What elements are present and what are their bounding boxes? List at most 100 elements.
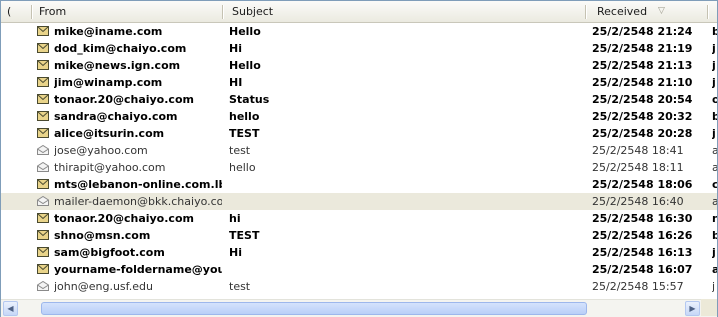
message-subject — [229, 176, 581, 193]
message-from: mike@news.ign.com — [54, 59, 181, 72]
message-truncated-column: a — [712, 195, 717, 208]
message-from: thirapit@yahoo.com — [54, 161, 166, 174]
table-row[interactable]: alice@itsurin.com TEST 25/2/2548 20:28 j — [1, 125, 717, 142]
message-subject: TEST — [229, 127, 260, 140]
message-truncated-column: j — [712, 76, 716, 89]
envelope-closed-icon — [37, 94, 49, 104]
envelope-closed-icon — [37, 43, 49, 53]
table-row[interactable]: tonaor.20@chaiyo.com Status 25/2/2548 20:5… — [1, 91, 717, 108]
message-truncated-column: j — [712, 246, 716, 259]
message-from: jose@yahoo.com — [54, 144, 148, 157]
envelope-closed-icon — [37, 179, 49, 189]
message-received: 25/2/2548 21:24 — [592, 25, 693, 38]
message-received: 25/2/2548 16:13 — [592, 246, 693, 259]
message-subject: Status — [229, 93, 270, 106]
message-received: 25/2/2548 20:28 — [592, 127, 693, 140]
table-row[interactable]: mailer-daemon@bkk.chaiyo.com 25/2/2548 16… — [1, 193, 717, 210]
message-truncated-column: a — [712, 161, 717, 174]
message-received: 25/2/2548 20:32 — [592, 110, 693, 123]
column-divider[interactable] — [222, 5, 223, 19]
table-row[interactable]: thirapit@yahoo.com hello 25/2/2548 18:11 a — [1, 159, 717, 176]
message-from: shno@msn.com — [54, 229, 151, 242]
scroll-right-arrow-icon[interactable]: ▶ — [685, 301, 700, 316]
table-row[interactable]: mike@iname.com Hello 25/2/2548 21:24 b — [1, 23, 717, 40]
message-received: 25/2/2548 18:06 — [592, 178, 693, 191]
message-subject: hello — [229, 110, 260, 123]
message-subject: test — [229, 144, 251, 157]
table-row[interactable]: sam@bigfoot.com Hi 25/2/2548 16:13 j — [1, 244, 717, 261]
table-row[interactable]: dod_kim@chaiyo.com Hi 25/2/2548 21:19 j — [1, 40, 717, 57]
horizontal-scrollbar[interactable]: ◀ ▶ — [1, 299, 717, 317]
table-row[interactable]: jose@yahoo.com test 25/2/2548 18:41 a — [1, 142, 717, 159]
message-subject: hello — [229, 161, 256, 174]
column-header-icon[interactable]: ( — [7, 1, 11, 22]
message-rows: mike@iname.com Hello 25/2/2548 21:24 b dod_k… — [1, 23, 717, 297]
envelope-open-icon — [37, 145, 49, 155]
envelope-closed-icon — [37, 230, 49, 240]
column-header-received[interactable]: Received — [597, 1, 647, 22]
table-row[interactable]: jim@winamp.com HI 25/2/2548 21:10 j — [1, 74, 717, 91]
envelope-open-icon — [37, 162, 49, 172]
message-truncated-column: j — [712, 280, 716, 293]
column-divider[interactable] — [585, 5, 586, 19]
message-received: 25/2/2548 18:11 — [592, 161, 684, 174]
table-row[interactable]: sandra@chaiyo.com hello 25/2/2548 20:32 b — [1, 108, 717, 125]
message-from: alice@itsurin.com — [54, 127, 165, 140]
message-truncated-column: j — [712, 42, 716, 55]
message-truncated-column: b — [712, 229, 717, 242]
table-row[interactable]: mike@news.ign.com Hello 25/2/2548 21:13 j — [1, 57, 717, 74]
table-row[interactable]: tonaor.20@chaiyo.com hi 25/2/2548 16:30 n — [1, 210, 717, 227]
message-received: 25/2/2548 15:57 — [592, 280, 684, 293]
message-truncated-column: b — [712, 110, 717, 123]
message-from: sandra@chaiyo.com — [54, 110, 178, 123]
message-truncated-column: c — [712, 178, 717, 191]
table-row[interactable]: shno@msn.com TEST 25/2/2548 16:26 b — [1, 227, 717, 244]
message-subject: TEST — [229, 229, 260, 242]
table-row[interactable]: john@eng.usf.edu test 25/2/2548 15:57 j — [1, 278, 717, 295]
message-subject: Hello — [229, 59, 261, 72]
envelope-closed-icon — [37, 60, 49, 70]
message-from: tonaor.20@chaiyo.com — [54, 93, 194, 106]
envelope-closed-icon — [37, 264, 49, 274]
message-from: dod_kim@chaiyo.com — [54, 42, 187, 55]
column-divider[interactable] — [707, 5, 708, 19]
message-truncated-column: j — [712, 59, 716, 72]
message-received: 25/2/2548 20:54 — [592, 93, 693, 106]
message-truncated-column: o — [712, 93, 717, 106]
message-from: tonaor.20@chaiyo.com — [54, 212, 194, 225]
message-subject: HI — [229, 76, 243, 89]
message-from: jim@winamp.com — [54, 76, 163, 89]
message-from: mailer-daemon@bkk.chaiyo.com — [54, 195, 222, 208]
message-from: sam@bigfoot.com — [54, 246, 165, 259]
column-header-from[interactable]: From — [39, 1, 66, 22]
message-received: 25/2/2548 16:26 — [592, 229, 693, 242]
envelope-open-icon — [37, 196, 49, 206]
message-subject: Hi — [229, 42, 242, 55]
column-divider[interactable] — [31, 5, 32, 19]
scroll-left-arrow-icon[interactable]: ◀ — [3, 301, 18, 316]
message-truncated-column: j — [712, 127, 716, 140]
column-header-subject[interactable]: Subject — [232, 1, 273, 22]
message-from: john@eng.usf.edu — [54, 280, 153, 293]
scrollbar-thumb[interactable] — [41, 302, 587, 315]
message-subject — [229, 261, 581, 278]
message-received: 25/2/2548 21:19 — [592, 42, 693, 55]
message-subject: Hello — [229, 25, 261, 38]
table-row[interactable]: yourname-foldername@you... 25/2/2548 16:0… — [1, 261, 717, 278]
envelope-closed-icon — [37, 247, 49, 257]
message-truncated-column: a — [712, 263, 717, 276]
column-header-bar: ( From Subject Received ▽ — [1, 1, 717, 23]
message-received: 25/2/2548 21:13 — [592, 59, 693, 72]
message-list-pane: ( From Subject Received ▽ mike@iname.com… — [0, 0, 718, 317]
table-row[interactable]: mts@lebanon-online.com.lb 25/2/2548 18:06… — [1, 176, 717, 193]
message-received: 25/2/2548 16:30 — [592, 212, 693, 225]
message-from: yourname-foldername@you... — [54, 263, 222, 276]
envelope-closed-icon — [37, 26, 49, 36]
message-from: mike@iname.com — [54, 25, 163, 38]
sort-descending-icon: ▽ — [658, 6, 665, 16]
message-subject — [229, 193, 581, 210]
message-received: 25/2/2548 21:10 — [592, 76, 693, 89]
message-from: mts@lebanon-online.com.lb — [54, 178, 222, 191]
envelope-closed-icon — [37, 77, 49, 87]
message-received: 25/2/2548 16:40 — [592, 195, 684, 208]
